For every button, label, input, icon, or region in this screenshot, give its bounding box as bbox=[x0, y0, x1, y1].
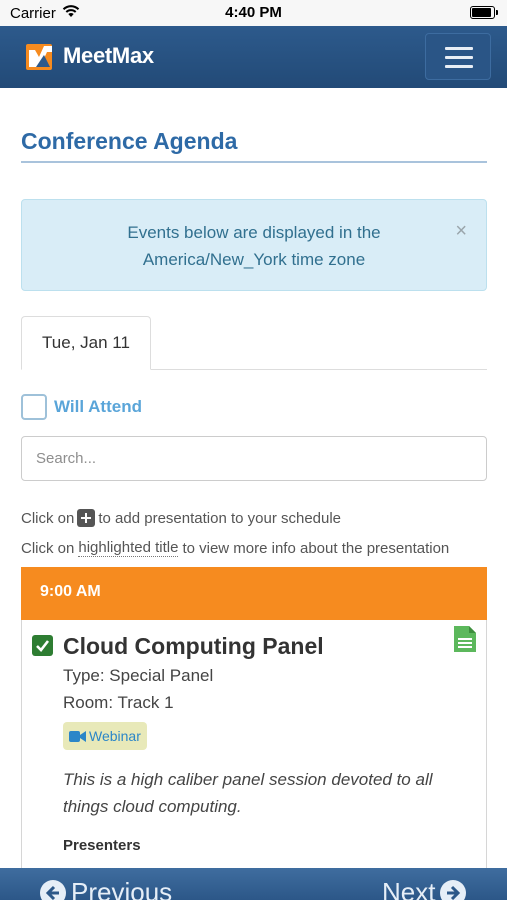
status-bar: Carrier 4:40 PM bbox=[0, 0, 507, 26]
next-label: Next bbox=[382, 877, 436, 900]
hint-add-prefix: Click on bbox=[21, 509, 75, 527]
close-icon[interactable]: × bbox=[455, 221, 467, 241]
session-description: This is a high caliber panel session dev… bbox=[63, 770, 433, 816]
meetmax-logo bbox=[26, 40, 58, 72]
hint-info-prefix: Click on bbox=[21, 539, 75, 557]
session-card: Cloud Computing Panel Type: Special Pane… bbox=[21, 620, 487, 900]
plus-square-icon bbox=[77, 509, 96, 527]
session-title[interactable]: Cloud Computing Panel bbox=[63, 633, 324, 660]
hint-info: Click on highlighted title to view more … bbox=[21, 539, 449, 557]
will-attend-checkbox[interactable] bbox=[21, 394, 47, 420]
alert-message: Events below are displayed in the Americ… bbox=[52, 219, 456, 273]
will-attend-filter[interactable]: Will Attend bbox=[21, 394, 142, 420]
time-slot-label: 9:00 AM bbox=[40, 583, 101, 600]
video-camera-icon bbox=[69, 730, 86, 742]
clock: 4:40 PM bbox=[225, 4, 282, 21]
hint-highlighted-title: highlighted title bbox=[78, 539, 179, 557]
arrow-right-icon bbox=[440, 879, 467, 900]
previous-button[interactable]: Previous bbox=[40, 877, 172, 900]
presenters-heading: Presenters bbox=[63, 837, 141, 854]
session-room: Room: Track 1 bbox=[63, 693, 174, 712]
next-button[interactable]: Next bbox=[382, 877, 467, 900]
page-title: Conference Agenda bbox=[21, 128, 238, 154]
pager-bar: Previous Next bbox=[0, 868, 507, 900]
arrow-left-icon bbox=[40, 879, 66, 900]
hint-add: Click on to add presentation to your sch… bbox=[21, 509, 341, 527]
title-divider bbox=[21, 161, 487, 163]
added-check-icon[interactable] bbox=[32, 635, 53, 656]
search-input[interactable] bbox=[21, 436, 487, 481]
timezone-alert: Events below are displayed in the Americ… bbox=[21, 199, 487, 291]
brand-link[interactable]: MeetMax bbox=[26, 40, 154, 72]
document-icon[interactable] bbox=[454, 626, 476, 657]
alert-line-2: America/New_York time zone bbox=[142, 250, 366, 269]
alert-line-1: Events below are displayed in the bbox=[127, 223, 381, 242]
badge-label: Webinar bbox=[89, 728, 141, 744]
previous-label: Previous bbox=[71, 877, 173, 900]
time-slot-header: 9:00 AM bbox=[21, 567, 487, 620]
top-navbar: MeetMax bbox=[0, 26, 507, 88]
hint-info-suffix: to view more info about the presentation bbox=[182, 539, 450, 557]
brand-name: MeetMax bbox=[63, 43, 154, 68]
hint-add-suffix: to add presentation to your schedule bbox=[98, 509, 342, 527]
session-type: Type: Special Panel bbox=[63, 666, 214, 685]
hamburger-icon[interactable] bbox=[425, 33, 491, 80]
tab-tue-jan-11[interactable]: Tue, Jan 11 bbox=[21, 316, 151, 370]
webinar-badge: Webinar bbox=[63, 722, 147, 750]
will-attend-label[interactable]: Will Attend bbox=[54, 397, 142, 417]
battery-icon bbox=[470, 6, 498, 19]
